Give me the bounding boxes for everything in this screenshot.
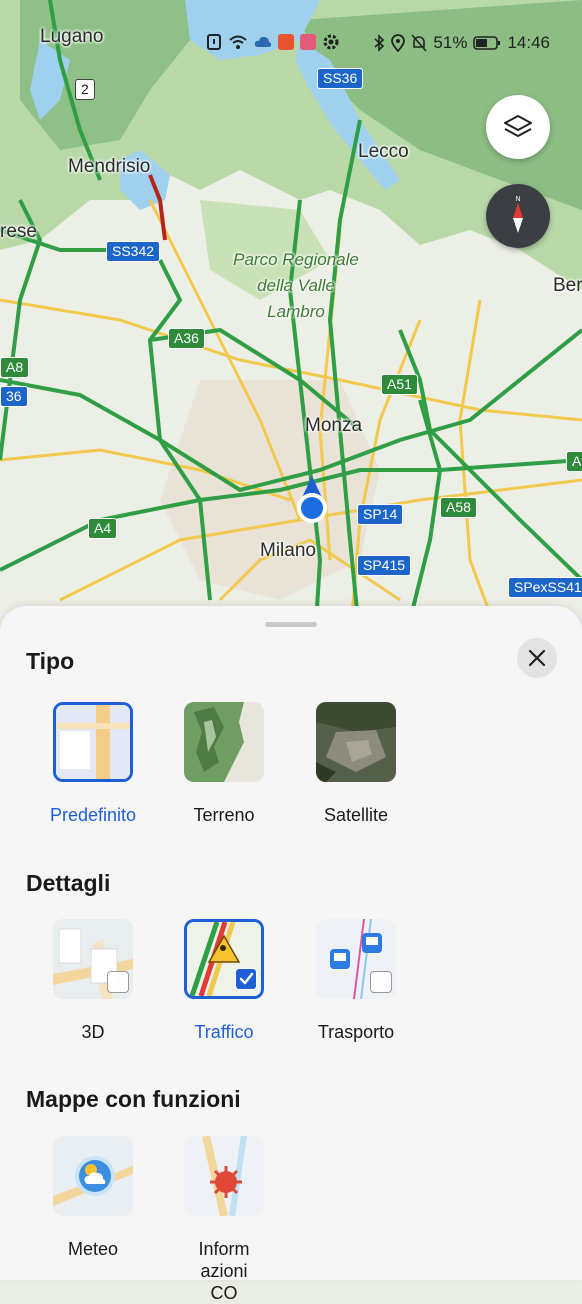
sheet-drag-handle[interactable] bbox=[265, 622, 317, 627]
road-shield-sp415: SP415 bbox=[357, 555, 412, 576]
map-type-predefinito[interactable]: Predefinito bbox=[27, 702, 159, 826]
place-label-milano: Milano bbox=[260, 540, 316, 561]
close-button[interactable] bbox=[517, 638, 557, 678]
hms-notification-icon bbox=[300, 34, 316, 50]
section-title-tipo: Tipo bbox=[26, 648, 75, 674]
road-shield-a58: A58 bbox=[440, 497, 477, 518]
predefinito-label: Predefinito bbox=[49, 805, 137, 825]
section-title-funzioni: Mappe con funzioni bbox=[26, 1086, 241, 1112]
map-view[interactable]: Lugano Mendrisio Lecco rese Ber Monza Mi… bbox=[0, 0, 582, 640]
place-label-mendrisio: Mendrisio bbox=[68, 156, 151, 177]
meteo-thumbnail bbox=[53, 1136, 133, 1216]
map-layers-button[interactable] bbox=[486, 95, 550, 159]
place-label-monza: Monza bbox=[305, 415, 363, 436]
park-label-line1: Parco Regionale bbox=[233, 250, 359, 269]
settings-gear-icon bbox=[323, 34, 339, 50]
feature-covid-info[interactable]: Inform azioni CO bbox=[158, 1136, 290, 1304]
3d-checkbox[interactable] bbox=[107, 971, 129, 993]
notification-icons bbox=[206, 33, 340, 51]
trasporto-thumbnail bbox=[316, 919, 396, 999]
terreno-label: Terreno bbox=[193, 805, 255, 825]
terrain-thumbnail-icon bbox=[184, 702, 264, 782]
road-shield-spexss41: SPexSS41 bbox=[508, 577, 582, 598]
3d-thumbnail bbox=[53, 919, 133, 999]
meteo-label: Meteo bbox=[67, 1239, 119, 1259]
road-shield-ss36: SS36 bbox=[317, 68, 364, 89]
terreno-thumbnail bbox=[184, 702, 264, 782]
road-shield-a4: A4 bbox=[88, 518, 118, 539]
map-type-satellite[interactable]: Satellite bbox=[290, 702, 422, 826]
svg-text:N: N bbox=[515, 196, 520, 203]
section-title-dettagli: Dettagli bbox=[26, 870, 111, 896]
wifi-icon bbox=[229, 35, 247, 49]
road-shield-36: 36 bbox=[0, 386, 28, 407]
status-bar: 51% 14:46 bbox=[0, 30, 582, 58]
road-shield-ss342: SS342 bbox=[106, 241, 161, 262]
close-icon bbox=[528, 649, 546, 667]
feature-meteo[interactable]: Meteo bbox=[27, 1136, 159, 1260]
satellite-thumbnail bbox=[316, 702, 396, 782]
road-shield-a8: A8 bbox=[0, 357, 30, 378]
road-shield-a51: A51 bbox=[381, 374, 418, 395]
covid-info-thumbnail bbox=[184, 1136, 264, 1216]
place-label-varese: rese bbox=[0, 221, 37, 242]
map-type-sheet: Tipo Predefinito Terreno Satellite Detta… bbox=[0, 606, 582, 1303]
detail-trasporto[interactable]: Trasporto bbox=[290, 919, 422, 1043]
layers-icon bbox=[504, 115, 532, 137]
park-label-line3: Lambro bbox=[267, 302, 325, 321]
road-shield-2: 2 bbox=[75, 79, 95, 100]
traffico-thumbnail bbox=[184, 919, 264, 999]
trasporto-label: Trasporto bbox=[317, 1022, 395, 1042]
satellite-label: Satellite bbox=[323, 805, 389, 825]
mute-bell-icon bbox=[411, 34, 428, 52]
detail-traffico[interactable]: Traffico bbox=[158, 919, 290, 1043]
covid-info-label: Inform azioni CO bbox=[198, 1239, 250, 1303]
compass-icon: N bbox=[513, 196, 523, 233]
virus-icon bbox=[184, 1136, 264, 1216]
location-icon bbox=[391, 34, 406, 52]
park-label: Parco Regionale della Valle Lambro bbox=[226, 247, 366, 325]
map-type-terreno[interactable]: Terreno bbox=[158, 702, 290, 826]
battery-percentage: 51% bbox=[433, 33, 468, 52]
place-label-bergamo: Ber bbox=[553, 275, 582, 296]
satellite-thumbnail-icon bbox=[316, 702, 396, 782]
road-shield-a-right: A bbox=[566, 451, 582, 472]
weather-icon bbox=[53, 1136, 133, 1216]
trasporto-checkbox[interactable] bbox=[370, 971, 392, 993]
status-time: 14:46 bbox=[507, 33, 550, 52]
default-map-thumbnail-icon bbox=[56, 705, 130, 779]
traffico-checkbox[interactable] bbox=[235, 968, 257, 990]
place-label-lecco: Lecco bbox=[358, 141, 409, 162]
park-label-line2: della Valle bbox=[257, 276, 335, 295]
bluetooth-icon bbox=[374, 34, 385, 52]
check-icon bbox=[239, 972, 253, 985]
traffico-label: Traffico bbox=[194, 1022, 254, 1042]
3d-label: 3D bbox=[81, 1022, 105, 1042]
system-status: 51% 14:46 bbox=[373, 33, 550, 53]
sim-icon bbox=[207, 34, 221, 50]
predefinito-thumbnail bbox=[53, 702, 133, 782]
battery-icon bbox=[473, 36, 501, 50]
road-shield-sp14: SP14 bbox=[357, 504, 404, 525]
compass-button[interactable]: N bbox=[486, 184, 550, 248]
road-shield-a36: A36 bbox=[168, 328, 205, 349]
app-notification-icon bbox=[278, 34, 294, 50]
detail-3d[interactable]: 3D bbox=[27, 919, 159, 1043]
cloud-icon bbox=[254, 36, 272, 47]
